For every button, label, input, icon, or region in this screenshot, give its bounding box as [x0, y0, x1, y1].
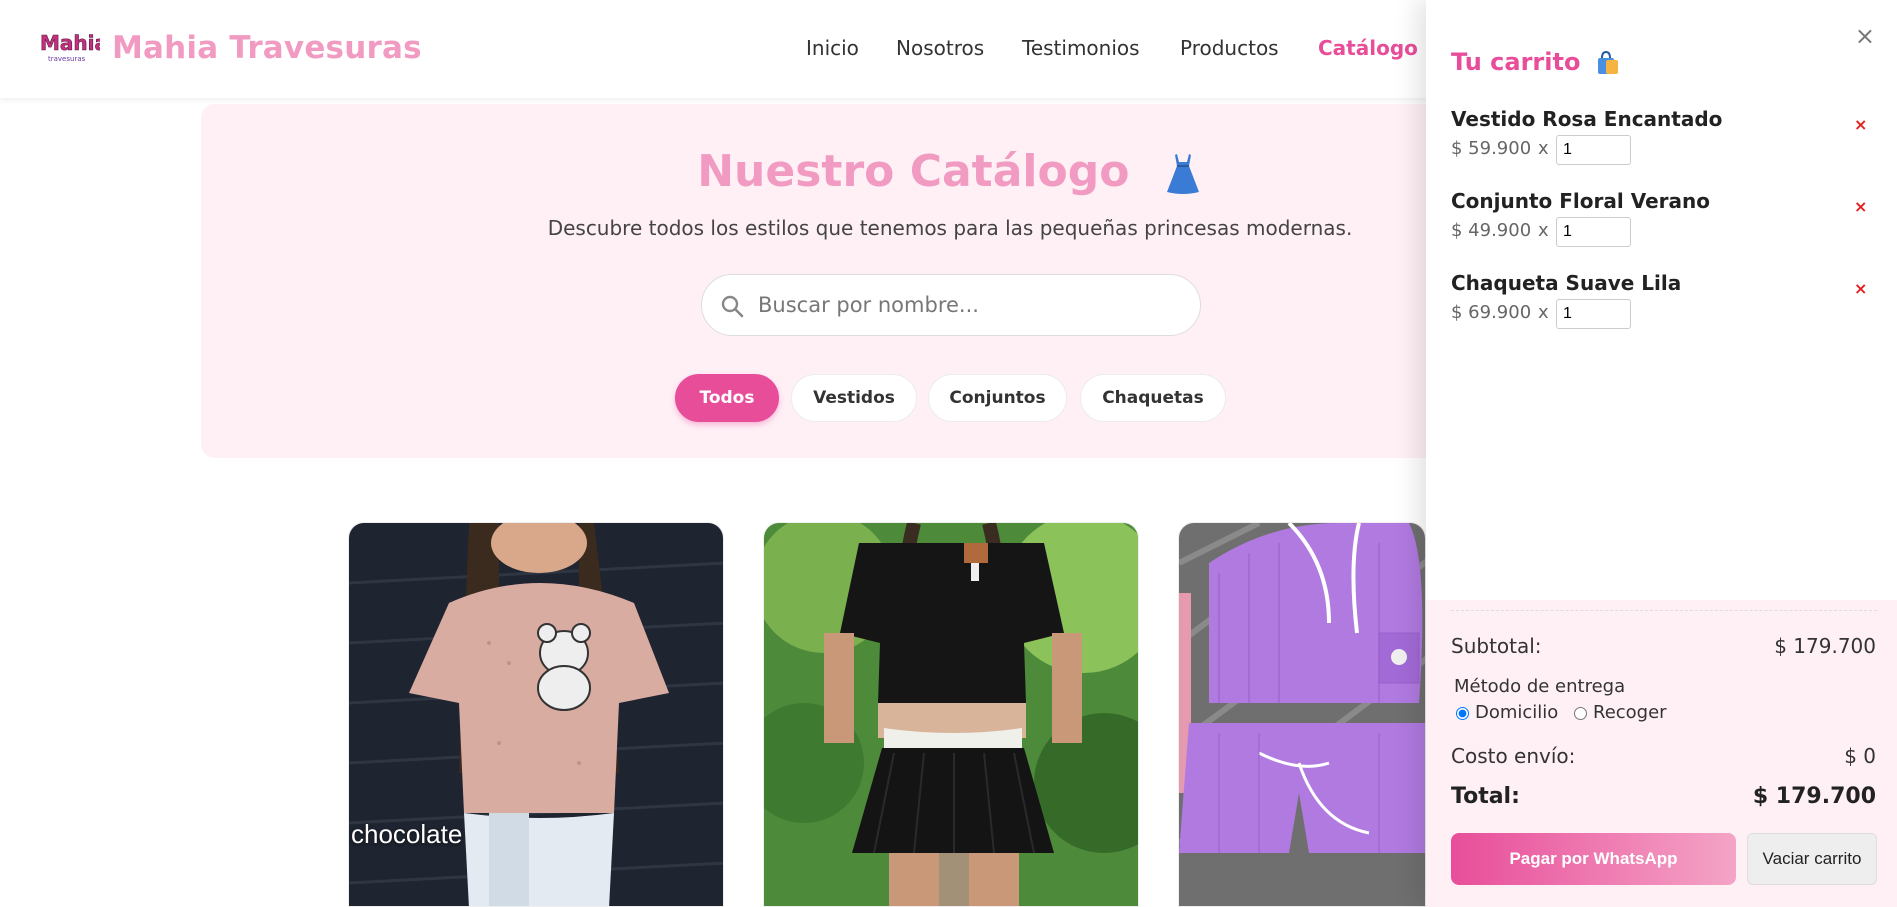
close-icon[interactable]: ×	[1855, 22, 1875, 50]
remove-item-button[interactable]: ×	[1854, 197, 1867, 216]
filter-todos[interactable]: Todos	[675, 374, 779, 422]
radio-domicilio-label: Domicilio	[1475, 702, 1559, 723]
divider	[1451, 610, 1877, 611]
black-crop-skirt-photo	[764, 523, 1138, 906]
nav-nosotros[interactable]: Nosotros	[896, 36, 984, 60]
brand-name[interactable]: Mahia Travesuras	[112, 30, 422, 66]
remove-item-button[interactable]: ×	[1854, 115, 1867, 134]
total-label: Total:	[1451, 784, 1520, 809]
cart-item-name: Vestido Rosa Encantado	[1451, 107, 1723, 131]
product-card[interactable]	[763, 522, 1139, 907]
cart-title: Tu carrito	[1451, 48, 1621, 76]
nav-catalogo[interactable]: Catálogo	[1318, 36, 1418, 60]
quantity-input[interactable]	[1556, 217, 1631, 247]
nav-productos[interactable]: Productos	[1180, 36, 1279, 60]
radio-domicilio[interactable]	[1456, 706, 1469, 720]
radio-recoger-label: Recoger	[1593, 702, 1667, 723]
quantity-input[interactable]	[1556, 135, 1631, 165]
cart-item-times: x	[1538, 302, 1549, 323]
logo[interactable]: Mahia travesuras	[38, 26, 100, 66]
dress-icon	[1166, 154, 1199, 194]
search-box[interactable]	[701, 274, 1201, 336]
radio-recoger[interactable]	[1574, 706, 1587, 720]
filter-vestidos[interactable]: Vestidos	[791, 374, 917, 422]
product-label: chocolate	[351, 819, 463, 849]
product-card[interactable]: chocolate	[348, 522, 724, 907]
cart-title-text: Tu carrito	[1451, 48, 1581, 76]
svg-text:Mahia: Mahia	[40, 31, 100, 55]
total-value: $ 179.700	[1752, 784, 1876, 809]
cart-item-times: x	[1538, 220, 1549, 241]
nav-testimonios[interactable]: Testimonios	[1022, 36, 1140, 60]
lilac-hoodie-set-photo	[1179, 523, 1425, 906]
remove-item-button[interactable]: ×	[1854, 279, 1867, 298]
search-icon	[721, 295, 744, 318]
cart-item-name: Chaqueta Suave Lila	[1451, 271, 1682, 295]
shipping-label: Costo envío:	[1451, 744, 1576, 768]
product-card[interactable]	[1178, 522, 1426, 907]
shopping-bag-icon	[1597, 50, 1618, 74]
nav-inicio[interactable]: Inicio	[806, 36, 859, 60]
delivery-method-label: Método de entrega	[1454, 676, 1626, 697]
cart-item-price: $ 69.900	[1451, 302, 1532, 323]
svg-text:travesuras: travesuras	[48, 55, 86, 63]
cart-item: Vestido Rosa Encantado $ 59.900 x ×	[1451, 107, 1876, 177]
cart-item-name: Conjunto Floral Verano	[1451, 189, 1710, 213]
quantity-input[interactable]	[1556, 299, 1631, 329]
search-input[interactable]	[758, 287, 1178, 323]
shipping-value: $ 0	[1844, 744, 1876, 768]
cart-item-price: $ 49.900	[1451, 220, 1532, 241]
cart-item: Conjunto Floral Verano $ 49.900 x ×	[1451, 189, 1876, 259]
cart-item-price: $ 59.900	[1451, 138, 1532, 159]
filter-chaquetas[interactable]: Chaquetas	[1080, 374, 1226, 422]
pay-whatsapp-button[interactable]: Pagar por WhatsApp	[1451, 833, 1736, 885]
cart-item: Chaqueta Suave Lila $ 69.900 x ×	[1451, 271, 1876, 341]
delivery-option-domicilio[interactable]: Domicilio	[1456, 702, 1558, 723]
delivery-option-recoger[interactable]: Recoger	[1574, 702, 1667, 723]
subtotal-value: $ 179.700	[1774, 634, 1876, 658]
cart-item-times: x	[1538, 138, 1549, 159]
filter-conjuntos[interactable]: Conjuntos	[928, 374, 1067, 422]
clear-cart-button[interactable]: Vaciar carrito	[1747, 833, 1877, 885]
page-title-text: Nuestro Catálogo	[697, 146, 1130, 197]
subtotal-label: Subtotal:	[1451, 634, 1542, 658]
cart-summary: Subtotal: $ 179.700 Método de entrega Do…	[1426, 600, 1897, 907]
